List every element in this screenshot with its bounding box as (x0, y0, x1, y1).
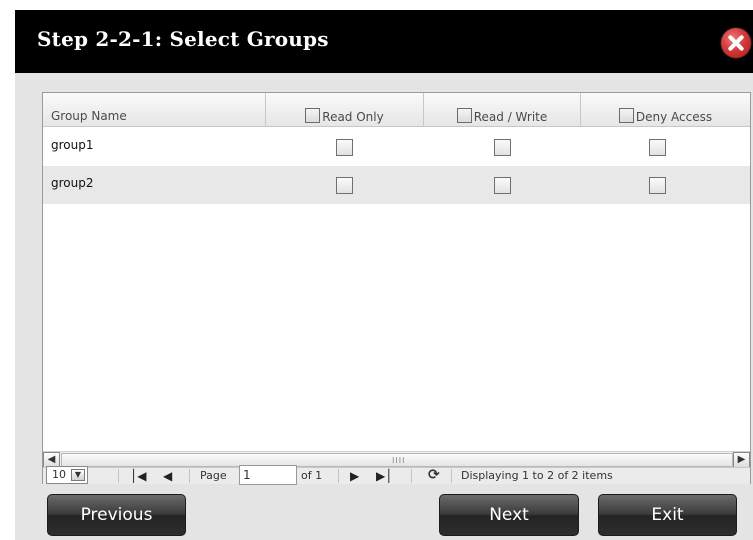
pagination-bar: 10 ▼ │◀ ◀ Page 1 of 1 ▶ ▶│ ⟳ Displaying … (43, 465, 750, 485)
last-page-icon[interactable]: ▶│ (376, 468, 392, 484)
column-header-read-only: Read Only (266, 93, 424, 127)
table-row[interactable]: group2 (43, 166, 750, 204)
dialog-title: Step 2-2-1: Select Groups (37, 27, 329, 51)
pager-divider (189, 469, 190, 483)
read-write-checkbox[interactable] (494, 139, 511, 156)
groups-grid: Group Name Read Only Read / Write Deny A… (42, 92, 751, 485)
read-write-label: Read / Write (473, 110, 548, 124)
select-all-deny-access-checkbox[interactable] (618, 108, 634, 123)
previous-page-icon[interactable]: ◀ (163, 468, 172, 484)
column-header-deny-access: Deny Access (581, 93, 750, 127)
dialog-titlebar: Step 2-2-1: Select Groups (15, 10, 753, 73)
page-size-select[interactable]: 10 ▼ (46, 466, 88, 484)
select-groups-dialog: Step 2-2-1: Select Groups Group Name Rea… (15, 10, 753, 540)
select-all-read-write-checkbox[interactable] (456, 108, 472, 123)
page-label: Page (200, 469, 227, 482)
group-name-cell: group2 (51, 176, 94, 190)
column-header-group-name[interactable]: Group Name (43, 93, 266, 127)
scrollbar-thumb[interactable]: IIII (61, 453, 733, 467)
read-only-label: Read Only (322, 110, 384, 124)
chevron-down-icon[interactable]: ▼ (71, 469, 85, 481)
horizontal-scrollbar[interactable]: ◀ IIII ▶ (43, 451, 750, 468)
select-all-read-only-checkbox[interactable] (305, 108, 321, 123)
page-count-label: of 1 (301, 469, 323, 482)
next-page-icon[interactable]: ▶ (350, 468, 359, 484)
display-status: Displaying 1 to 2 of 2 items (461, 469, 613, 482)
read-only-checkbox[interactable] (336, 139, 353, 156)
deny-access-checkbox[interactable] (649, 139, 666, 156)
previous-button[interactable]: Previous (47, 494, 186, 536)
pager-divider (451, 469, 452, 483)
pager-divider (118, 469, 119, 483)
next-button[interactable]: Next (439, 494, 579, 536)
read-write-checkbox[interactable] (494, 177, 511, 194)
scroll-right-icon[interactable]: ▶ (733, 452, 750, 468)
first-page-icon[interactable]: │◀ (130, 468, 146, 484)
refresh-icon[interactable]: ⟳ (428, 468, 440, 483)
close-icon[interactable] (721, 28, 751, 58)
read-only-checkbox[interactable] (336, 177, 353, 194)
page-number-input[interactable]: 1 (239, 465, 297, 485)
deny-access-label: Deny Access (635, 110, 713, 124)
page-size-value: 10 (52, 468, 66, 481)
table-row[interactable]: group1 (43, 128, 750, 166)
deny-access-checkbox[interactable] (649, 177, 666, 194)
grid-header: Group Name Read Only Read / Write Deny A… (43, 93, 750, 127)
column-header-read-write: Read / Write (424, 93, 581, 127)
exit-button[interactable]: Exit (598, 494, 737, 536)
scrollbar-grip: IIII (392, 456, 406, 465)
pager-divider (338, 469, 339, 483)
pager-divider (411, 469, 412, 483)
